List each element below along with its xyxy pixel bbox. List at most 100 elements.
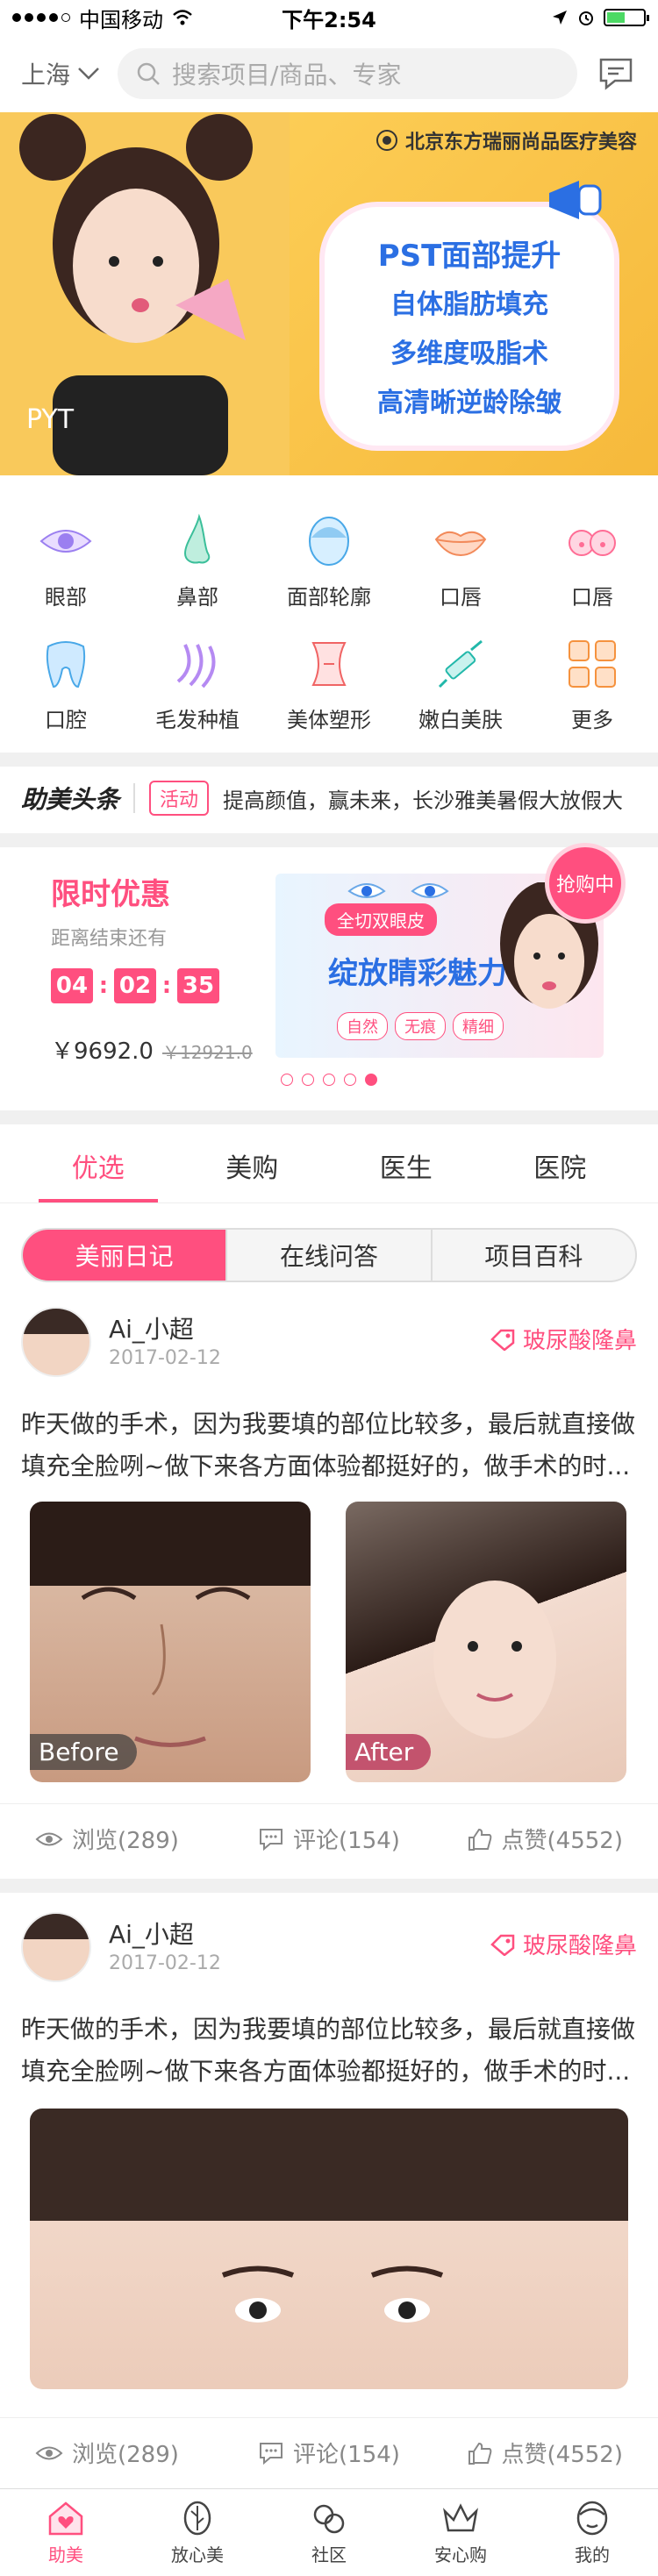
banner-cloud: PST面部提升 自体脂肪填充 多维度吸脂术 高清晰逆龄除皱 [325, 207, 614, 446]
category-breast[interactable]: 口唇 [526, 500, 658, 623]
countdown-minutes: 02 [114, 968, 156, 1003]
city-label: 上海 [21, 61, 71, 89]
category-nose[interactable]: 鼻部 [132, 500, 263, 623]
tab-hospital[interactable]: 医院 [483, 1128, 638, 1202]
promo-line: 全切双眼皮 [325, 903, 437, 936]
tab-shop[interactable]: 美购 [175, 1128, 330, 1202]
countdown-timer: 04 : 02 : 35 [51, 968, 219, 1003]
headline-logo: 助美头条 [21, 785, 120, 814]
promo-eyes-image [347, 883, 449, 898]
grid-icon [569, 639, 616, 688]
post-photo[interactable] [30, 2109, 628, 2389]
before-label: Before [30, 1734, 137, 1770]
banner-line-3: 多维度吸脂术 [390, 339, 548, 369]
megaphone-icon [549, 181, 602, 219]
status-bar: 中国移动 下午2:54 [0, 0, 658, 35]
original-price: ￥12921.0 [161, 1042, 253, 1063]
category-tooth[interactable]: 口腔 [0, 623, 132, 746]
category-face-contour[interactable]: 面部轮廓 [263, 500, 395, 623]
promo-banner[interactable]: PYT 北京东方瑞丽尚品医疗美容 PST面部提升 自体脂肪填充 多维度吸脂术 高… [0, 112, 658, 475]
comments-count[interactable]: 评论(154) [231, 1804, 426, 1873]
diary-post[interactable]: Ai_小超 2017-02-12 玻尿酸隆鼻 昨天做的手术，因为我要填的部位比较… [0, 1307, 658, 1879]
avatar[interactable] [21, 1912, 91, 1982]
before-photo[interactable]: Before [30, 1502, 311, 1782]
post-username[interactable]: Ai_小超 [109, 1916, 194, 1951]
tab-featured[interactable]: 优选 [21, 1128, 175, 1202]
alarm-icon [579, 11, 593, 25]
bottom-nav: 助美 放心美 社区 安心购 我的 [0, 2488, 658, 2576]
content-tabs: 优选 美购 医生 医院 [0, 1128, 658, 1203]
views-count[interactable]: 浏览(289) [35, 1804, 231, 1873]
nav-shop[interactable]: 安心购 [395, 2489, 526, 2576]
post-content[interactable]: 昨天做的手术，因为我要填的部位比较多，最后就直接做填充全脸咧~做下来各方面体验都… [21, 2009, 637, 2093]
category-skin[interactable]: 嫩白美肤 [395, 623, 526, 746]
headline-text: 提高颜值，赢未来，长沙雅美暑假大放假大 [223, 788, 624, 813]
likes-count[interactable]: 点赞(4552) [427, 2418, 623, 2487]
nav-home[interactable]: 助美 [0, 2489, 132, 2576]
wifi-icon [173, 10, 192, 25]
eye-icon [35, 1832, 63, 1845]
hair-icon [176, 643, 216, 688]
category-more[interactable]: 更多 [526, 623, 658, 746]
segment-qa[interactable]: 在线问答 [225, 1230, 430, 1281]
crown-icon [443, 2503, 478, 2532]
thumbs-up-icon [468, 1828, 491, 1851]
flash-pager [281, 1074, 377, 1086]
diary-post[interactable]: Ai_小超 2017-02-12 玻尿酸隆鼻 昨天做的手术，因为我要填的部位比较… [0, 1912, 658, 2487]
countdown-hours: 04 [51, 968, 93, 1003]
city-selector[interactable]: 上海 [21, 56, 100, 91]
chevron-down-icon [78, 68, 99, 80]
post-project-tag[interactable]: 玻尿酸隆鼻 [490, 1323, 637, 1355]
section-divider [0, 1879, 658, 1893]
hospital-logo-icon [375, 130, 397, 151]
after-photo[interactable]: After [346, 1502, 626, 1782]
message-button[interactable] [595, 53, 637, 95]
after-label: After [346, 1734, 432, 1770]
search-input[interactable]: 搜索项目/商品、专家 [118, 48, 577, 99]
avatar[interactable] [21, 1307, 91, 1377]
category-hair[interactable]: 毛发种植 [132, 623, 263, 746]
breast-icon [569, 529, 616, 556]
nav-community[interactable]: 社区 [263, 2489, 395, 2576]
category-eye[interactable]: 眼部 [0, 500, 132, 623]
flash-sale[interactable]: 限时优惠 距离结束还有 04 : 02 : 35 ￥9692.0 ￥12921.… [0, 847, 658, 1109]
thumbs-up-icon [468, 2442, 491, 2465]
banner-model-image: PYT [0, 112, 290, 475]
category-body[interactable]: 美体塑形 [263, 623, 395, 746]
banner-line-1: PST面部提升 [377, 239, 561, 274]
eye-icon [39, 529, 92, 553]
post-date: 2017-02-12 [109, 1952, 221, 1974]
home-heart-icon [48, 2501, 83, 2536]
profile-icon [576, 2501, 608, 2536]
headline-ticker[interactable]: 助美头条 活动 提高颜值，赢未来，长沙雅美暑假大放假大 [0, 763, 658, 833]
flash-subtitle: 距离结束还有 [51, 928, 168, 950]
svg-text:PYT: PYT [26, 404, 75, 435]
countdown-colon: : [161, 973, 172, 999]
promo-pills: 自然 无痕 精细 [337, 1012, 504, 1040]
battery-icon [604, 9, 649, 26]
segment-wiki[interactable]: 项目百科 [430, 1230, 635, 1281]
post-stats: 浏览(289) 评论(154) 点赞(4552) [0, 1803, 658, 1873]
likes-count[interactable]: 点赞(4552) [427, 1804, 623, 1873]
comments-count[interactable]: 评论(154) [231, 2418, 426, 2487]
nav-profile[interactable]: 我的 [526, 2489, 658, 2576]
category-grid: 眼部 鼻部 面部轮廓 口唇 口唇 口腔 毛发种植 美体塑形 嫩白美肤 更多 [0, 500, 658, 753]
countdown-seconds: 35 [177, 968, 219, 1003]
post-content[interactable]: 昨天做的手术，因为我要填的部位比较多，最后就直接做填充全脸咧~做下来各方面体验都… [21, 1403, 637, 1488]
tag-icon [490, 1329, 515, 1351]
tab-doctor[interactable]: 医生 [329, 1128, 483, 1202]
nav-assured[interactable]: 放心美 [132, 2489, 263, 2576]
category-lips[interactable]: 口唇 [395, 500, 526, 623]
section-divider [0, 1110, 658, 1124]
tooth-icon [46, 640, 86, 688]
signal-icon [12, 13, 70, 22]
segment-diary[interactable]: 美丽日记 [23, 1230, 226, 1281]
lips-icon [434, 531, 487, 556]
views-count[interactable]: 浏览(289) [35, 2418, 231, 2487]
eye-icon [35, 2446, 63, 2459]
post-username[interactable]: Ai_小超 [109, 1310, 194, 1345]
syringe-icon [438, 639, 483, 688]
segment-control: 美丽日记 在线问答 项目百科 [21, 1228, 637, 1282]
banner-brand: 北京东方瑞丽尚品医疗美容 [375, 126, 637, 154]
post-project-tag[interactable]: 玻尿酸隆鼻 [490, 1928, 637, 1960]
